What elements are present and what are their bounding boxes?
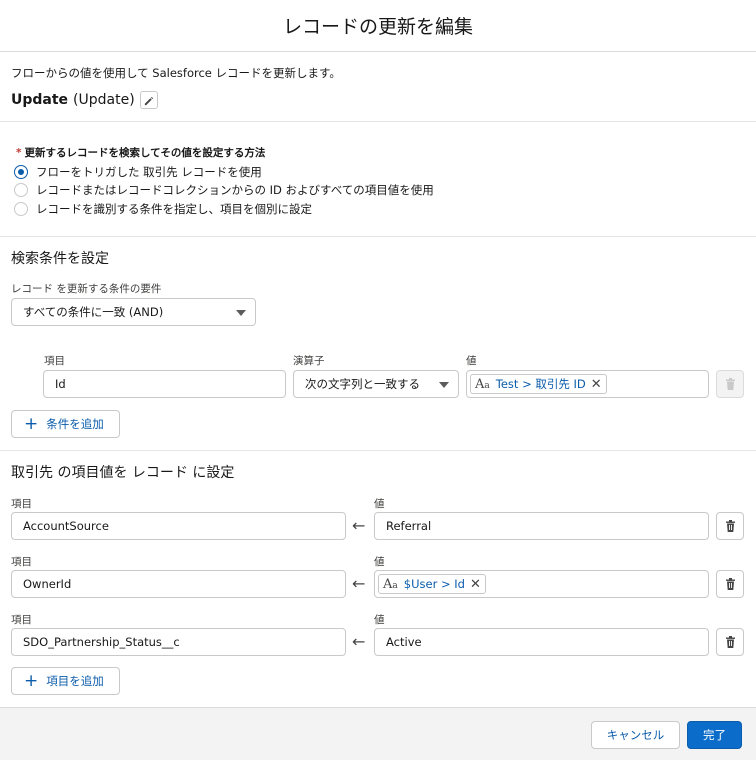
trash-icon bbox=[725, 520, 735, 532]
radio-option-id-and-all-fields[interactable]: レコードまたはレコードコレクションからの ID およびすべての項目値を使用 bbox=[14, 182, 434, 198]
assignment-value-label: 値 bbox=[374, 614, 385, 626]
assignment-field-value: AccountSource bbox=[23, 519, 109, 533]
text-aa-icon: Aa bbox=[475, 376, 490, 392]
radio-button[interactable] bbox=[14, 202, 28, 216]
add-condition-button[interactable]: + 条件を追加 bbox=[11, 410, 120, 438]
resource-pill: Aa Test > 取引先 ID ✕ bbox=[470, 374, 607, 394]
condition-requirement-value: すべての条件に一致 (AND) bbox=[23, 305, 164, 319]
cancel-button[interactable]: キャンセル bbox=[591, 721, 680, 749]
field-column-label: 項目 bbox=[44, 355, 65, 367]
plus-icon: + bbox=[24, 670, 39, 691]
assignment-value-text: Referral bbox=[386, 519, 432, 533]
edit-name-button[interactable] bbox=[139, 91, 158, 109]
condition-value-input[interactable]: Aa Test > 取引先 ID ✕ bbox=[466, 370, 709, 398]
radio-option-triggering-record[interactable]: フローをトリガした 取引先 レコードを使用 bbox=[14, 164, 262, 180]
resource-pill-label: Test > 取引先 ID bbox=[495, 377, 586, 391]
left-arrow-icon: ← bbox=[352, 516, 366, 535]
radio-button[interactable] bbox=[14, 165, 28, 179]
assignment-value-text: Active bbox=[386, 635, 422, 649]
element-name-row: Update (Update) bbox=[11, 91, 158, 109]
radio-option-specify-conditions[interactable]: レコードを識別する条件を指定し、項目を個別に設定 bbox=[14, 201, 312, 217]
close-icon[interactable]: ✕ bbox=[470, 577, 481, 592]
modal-footer: キャンセル 完了 bbox=[0, 707, 756, 760]
text-aa-icon: Aa bbox=[383, 576, 398, 592]
condition-requirement-select[interactable]: すべての条件に一致 (AND) bbox=[11, 298, 256, 326]
trash-icon bbox=[725, 378, 735, 390]
assignment-field-input[interactable]: OwnerId bbox=[11, 570, 346, 598]
element-description: フローからの値を使用して Salesforce レコードを更新します。 bbox=[11, 66, 341, 80]
condition-operator-value: 次の文字列と一致する bbox=[305, 377, 420, 391]
assignment-value-input[interactable]: Aa $User > Id ✕ bbox=[374, 570, 709, 598]
assignment-field-value: OwnerId bbox=[23, 577, 72, 591]
condition-operator-select[interactable]: 次の文字列と一致する bbox=[293, 370, 459, 398]
assignment-field-input[interactable]: AccountSource bbox=[11, 512, 346, 540]
required-marker: * bbox=[16, 147, 22, 159]
add-field-button[interactable]: + 項目を追加 bbox=[11, 667, 120, 695]
chevron-down-icon bbox=[439, 382, 449, 388]
value-column-label: 値 bbox=[466, 355, 477, 367]
divider bbox=[0, 236, 756, 237]
chevron-down-icon bbox=[236, 310, 246, 316]
resource-pill-label: $User > Id bbox=[403, 577, 465, 591]
left-arrow-icon: ← bbox=[352, 632, 366, 651]
trash-icon bbox=[725, 636, 735, 648]
assignment-field-input[interactable]: SDO_Partnership_Status__c bbox=[11, 628, 346, 656]
divider bbox=[0, 450, 756, 451]
assignment-value-input[interactable]: Referral bbox=[374, 512, 709, 540]
radio-label: レコードを識別する条件を指定し、項目を個別に設定 bbox=[36, 202, 312, 216]
element-label: Update bbox=[11, 92, 69, 108]
done-button[interactable]: 完了 bbox=[687, 721, 742, 749]
find-method-label-text: 更新するレコードを検索してその値を設定する方法 bbox=[24, 147, 266, 159]
assignment-field-label: 項目 bbox=[11, 614, 32, 626]
radio-label: レコードまたはレコードコレクションからの ID およびすべての項目値を使用 bbox=[36, 183, 434, 197]
add-condition-label: 条件を追加 bbox=[46, 417, 104, 431]
assignment-value-label: 値 bbox=[374, 498, 385, 510]
element-api-name: (Update) bbox=[73, 92, 135, 108]
divider bbox=[0, 121, 756, 122]
delete-assignment-button[interactable] bbox=[716, 570, 744, 598]
assignment-field-label: 項目 bbox=[11, 498, 32, 510]
condition-requirement-label: レコード を更新する条件の要件 bbox=[11, 283, 162, 295]
add-field-label: 項目を追加 bbox=[46, 674, 104, 688]
assignments-section-title: 取引先 の項目値を レコード に設定 bbox=[11, 465, 235, 481]
trash-icon bbox=[725, 578, 735, 590]
condition-field-input[interactable]: Id bbox=[43, 370, 286, 398]
resource-pill: Aa $User > Id ✕ bbox=[378, 574, 486, 594]
modal-title: レコードの更新を編集 bbox=[282, 16, 473, 38]
assignment-value-label: 値 bbox=[374, 556, 385, 568]
modal-header: レコードの更新を編集 bbox=[0, 0, 756, 52]
find-method-label: * 更新するレコードを検索してその値を設定する方法 bbox=[16, 145, 265, 160]
filter-section-title: 検索条件を設定 bbox=[11, 251, 109, 267]
close-icon[interactable]: ✕ bbox=[591, 377, 602, 392]
radio-button[interactable] bbox=[14, 183, 28, 197]
assignment-field-value: SDO_Partnership_Status__c bbox=[23, 635, 180, 649]
assignment-value-input[interactable]: Active bbox=[374, 628, 709, 656]
operator-column-label: 演算子 bbox=[293, 355, 325, 367]
delete-assignment-button[interactable] bbox=[716, 512, 744, 540]
plus-icon: + bbox=[24, 413, 39, 434]
delete-assignment-button[interactable] bbox=[716, 628, 744, 656]
delete-condition-button[interactable] bbox=[716, 370, 744, 398]
left-arrow-icon: ← bbox=[352, 574, 366, 593]
condition-field-value: Id bbox=[55, 377, 66, 391]
radio-label: フローをトリガした 取引先 レコードを使用 bbox=[36, 165, 262, 179]
pencil-icon bbox=[145, 96, 154, 105]
assignment-field-label: 項目 bbox=[11, 556, 32, 568]
